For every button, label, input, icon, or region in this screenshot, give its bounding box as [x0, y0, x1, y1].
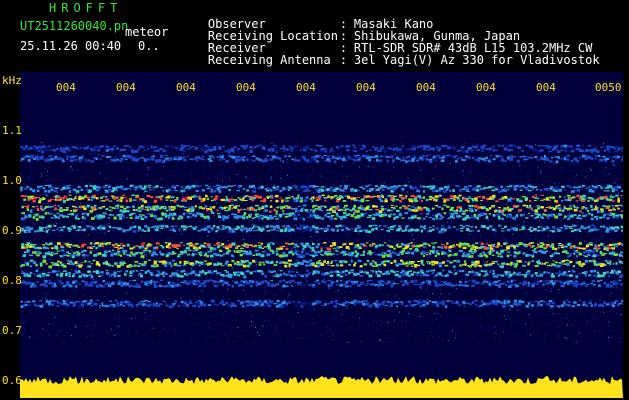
x-tick-label: 004 [296, 81, 316, 94]
plot-background [20, 72, 623, 398]
info-separator: : [339, 53, 348, 67]
file-name: UT2511260040.pn [20, 19, 129, 33]
y-tick-label: 0.7 [2, 324, 22, 337]
app-brand: HROFFT [49, 1, 123, 15]
y-tick-label: 1.0 [2, 174, 22, 187]
y-tick-label: 0.8 [2, 274, 22, 287]
x-tick-label: 004 [176, 81, 196, 94]
spectrogram-canvas [20, 72, 623, 398]
x-tick-label: 004 [536, 81, 556, 94]
y-tick-label: 0.6 [2, 374, 22, 387]
y-axis-unit: kHz [2, 74, 22, 87]
info-label: Receiving Antenna [207, 53, 331, 67]
spectrogram-plot [20, 72, 623, 398]
x-tick-label: 004 [56, 81, 76, 94]
info-row-observer: Observer: Masaki Kano [179, 6, 600, 30]
datetime: 25.11.26 00:40 [20, 39, 122, 53]
station-info: Observer: Masaki Kano Receiving Location:… [179, 6, 600, 66]
x-tick-label: 004 [476, 81, 496, 94]
x-tick-label: 004 [416, 81, 436, 94]
x-tick-label: 004 [236, 81, 256, 94]
datetime-extra: 0.. [138, 39, 160, 53]
x-tick-label: 004 [116, 81, 136, 94]
y-tick-label: 1.1 [2, 124, 22, 137]
x-tick-label: 0050 [595, 81, 622, 94]
meteor-label: meteor [125, 25, 169, 39]
info-value: 3el Yagi(V) Az 330 for Vladivostok [353, 53, 600, 67]
x-tick-label: 004 [356, 81, 376, 94]
y-tick-label: 0.9 [2, 224, 22, 237]
